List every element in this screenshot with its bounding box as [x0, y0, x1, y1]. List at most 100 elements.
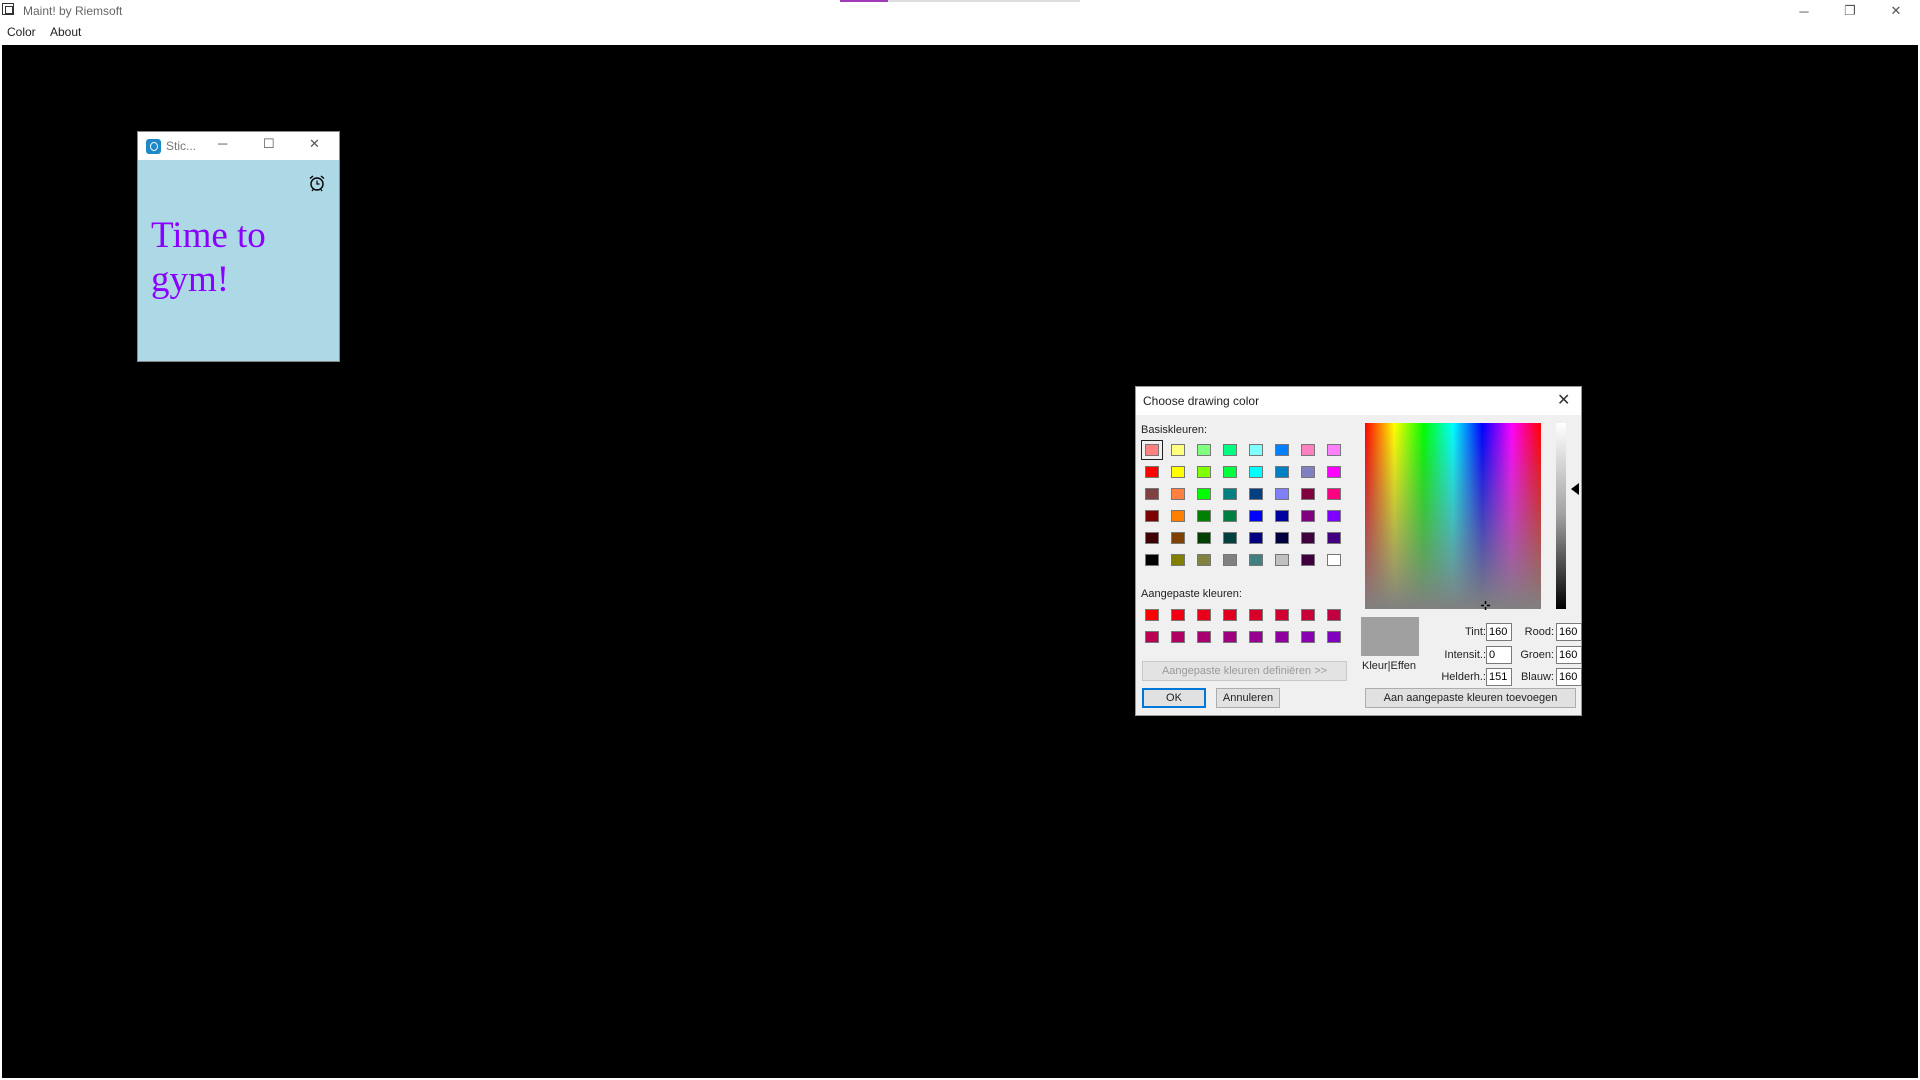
basic-color-swatch[interactable] — [1249, 554, 1263, 566]
custom-color-swatch[interactable] — [1197, 609, 1211, 621]
basic-color-swatch[interactable] — [1249, 444, 1263, 456]
sticky-note-window[interactable]: Stic... ─ ☐ ✕ Time to gym! — [138, 132, 339, 361]
basic-color-swatch[interactable] — [1249, 466, 1263, 478]
basic-color-swatch[interactable] — [1275, 532, 1289, 544]
custom-color-swatch[interactable] — [1327, 631, 1341, 643]
basic-color-swatch[interactable] — [1327, 488, 1341, 500]
blue-field[interactable]: 160 — [1556, 668, 1582, 686]
green-field[interactable]: 160 — [1556, 646, 1582, 664]
basic-color-swatch[interactable] — [1223, 444, 1237, 456]
luminance-arrow-icon[interactable] — [1571, 483, 1579, 495]
app-titlebar: Maint! by Riemsoft ─ ❐ ✕ — [0, 0, 1920, 22]
cancel-button[interactable]: Annuleren — [1216, 688, 1280, 708]
basic-color-swatch[interactable] — [1275, 510, 1289, 522]
color-spectrum[interactable] — [1365, 423, 1541, 610]
color-preview — [1361, 617, 1419, 656]
basic-color-swatch[interactable] — [1301, 510, 1315, 522]
custom-color-swatch[interactable] — [1171, 631, 1185, 643]
custom-color-swatch[interactable] — [1197, 631, 1211, 643]
alarm-clock-icon[interactable] — [308, 174, 326, 192]
custom-color-swatch[interactable] — [1275, 609, 1289, 621]
custom-color-swatch[interactable] — [1145, 609, 1159, 621]
basic-color-swatch[interactable] — [1249, 510, 1263, 522]
basic-color-swatch[interactable] — [1275, 488, 1289, 500]
red-field[interactable]: 160 — [1556, 623, 1582, 641]
basic-color-swatch[interactable] — [1275, 444, 1289, 456]
sticky-minimize-button[interactable]: ─ — [218, 136, 227, 151]
sticky-text-line: Time to — [151, 215, 266, 256]
basic-color-swatch[interactable] — [1171, 510, 1185, 522]
basic-color-swatch[interactable] — [1327, 466, 1341, 478]
custom-color-swatch[interactable] — [1327, 609, 1341, 621]
basic-color-swatch[interactable] — [1275, 466, 1289, 478]
basic-color-swatch[interactable] — [1145, 554, 1159, 566]
basic-color-swatch[interactable] — [1327, 532, 1341, 544]
add-to-custom-colors-button[interactable]: Aan aangepaste kleuren toevoegen — [1365, 688, 1576, 708]
basic-color-swatch[interactable] — [1145, 532, 1159, 544]
custom-color-swatch[interactable] — [1145, 631, 1159, 643]
basic-color-swatch[interactable] — [1197, 532, 1211, 544]
basic-color-swatch[interactable] — [1223, 510, 1237, 522]
custom-color-swatch[interactable] — [1275, 631, 1289, 643]
custom-color-swatch[interactable] — [1223, 631, 1237, 643]
basic-color-swatch[interactable] — [1197, 510, 1211, 522]
basic-color-swatch[interactable] — [1171, 466, 1185, 478]
restore-button[interactable]: ❐ — [1827, 0, 1873, 22]
define-custom-colors-button[interactable]: Aangepaste kleuren definiëren >> — [1142, 661, 1347, 681]
custom-color-swatch[interactable] — [1223, 609, 1237, 621]
custom-color-swatch[interactable] — [1249, 609, 1263, 621]
custom-colors-label: Aangepaste kleuren: — [1141, 588, 1242, 600]
basic-color-swatch[interactable] — [1223, 488, 1237, 500]
spectrum-crosshair-icon[interactable] — [1481, 601, 1490, 610]
dialog-close-button[interactable]: ✕ — [1557, 390, 1570, 410]
basic-color-swatch[interactable] — [1197, 554, 1211, 566]
basic-color-swatch[interactable] — [1301, 488, 1315, 500]
basic-color-swatch[interactable] — [1327, 554, 1341, 566]
tint-label: Tint: — [1465, 626, 1486, 638]
basic-color-swatch[interactable] — [1197, 444, 1211, 456]
close-button[interactable]: ✕ — [1873, 0, 1919, 22]
basic-color-swatch[interactable] — [1171, 444, 1185, 456]
luminance-slider[interactable] — [1556, 423, 1566, 609]
sticky-title: Stic... — [166, 139, 197, 153]
basic-color-swatch[interactable] — [1223, 532, 1237, 544]
green-label: Groen: — [1520, 649, 1554, 661]
dialog-titlebar[interactable]: Choose drawing color ✕ — [1136, 387, 1581, 415]
basic-color-swatch[interactable] — [1249, 532, 1263, 544]
luminance-label: Helderh.: — [1441, 671, 1486, 683]
basic-color-swatch[interactable] — [1327, 444, 1341, 456]
basic-color-swatch[interactable] — [1223, 554, 1237, 566]
custom-color-swatch[interactable] — [1301, 609, 1315, 621]
sticky-maximize-button[interactable]: ☐ — [263, 136, 275, 152]
basic-color-swatch[interactable] — [1197, 466, 1211, 478]
sticky-titlebar[interactable]: Stic... ─ ☐ ✕ — [138, 132, 339, 160]
basic-color-swatch[interactable] — [1275, 554, 1289, 566]
custom-color-swatch[interactable] — [1171, 609, 1185, 621]
red-label: Rood: — [1524, 626, 1554, 638]
basic-color-swatch[interactable] — [1145, 466, 1159, 478]
basic-color-swatch[interactable] — [1301, 466, 1315, 478]
sticky-note-text[interactable]: Time to gym! — [151, 214, 331, 302]
basic-color-swatch[interactable] — [1171, 488, 1185, 500]
basic-color-swatch[interactable] — [1301, 554, 1315, 566]
app-title: Maint! by Riemsoft — [23, 4, 123, 18]
basic-color-swatch[interactable] — [1301, 444, 1315, 456]
minimize-button[interactable]: ─ — [1781, 0, 1827, 22]
basic-color-swatch[interactable] — [1145, 444, 1159, 456]
basic-color-swatch[interactable] — [1327, 510, 1341, 522]
ok-button[interactable]: OK — [1142, 688, 1206, 708]
custom-color-swatch[interactable] — [1249, 631, 1263, 643]
basic-color-swatch[interactable] — [1145, 510, 1159, 522]
basic-color-swatch[interactable] — [1301, 532, 1315, 544]
basic-color-swatch[interactable] — [1171, 554, 1185, 566]
basic-color-swatch[interactable] — [1249, 488, 1263, 500]
custom-color-swatch[interactable] — [1301, 631, 1315, 643]
menu-about[interactable]: About — [50, 25, 81, 39]
menu-color[interactable]: Color — [7, 25, 36, 39]
basic-color-swatch[interactable] — [1171, 532, 1185, 544]
basic-color-swatch[interactable] — [1197, 488, 1211, 500]
sticky-close-button[interactable]: ✕ — [309, 136, 320, 152]
basic-color-swatch[interactable] — [1145, 488, 1159, 500]
basic-colors-label: Basiskleuren: — [1141, 424, 1208, 436]
basic-color-swatch[interactable] — [1223, 466, 1237, 478]
